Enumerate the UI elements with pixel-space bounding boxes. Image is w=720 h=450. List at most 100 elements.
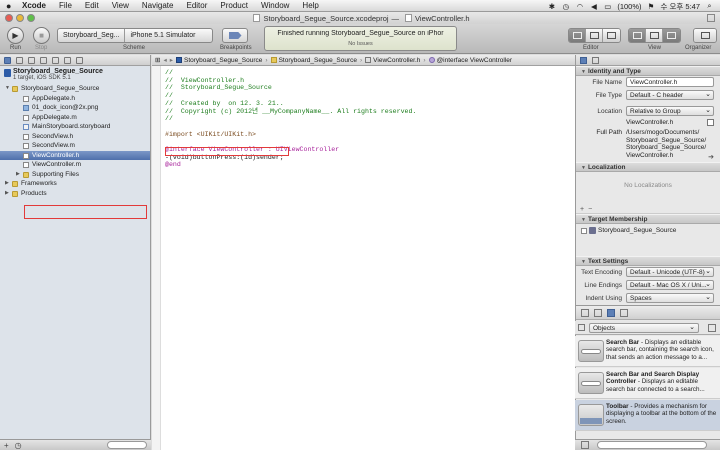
- project-root-item[interactable]: Storyboard_Segue_Source 1 target, iOS SD…: [0, 66, 150, 84]
- reveal-in-finder-icon[interactable]: ➔: [708, 153, 714, 161]
- library-item-search-bar[interactable]: Search Bar - Displays an editable search…: [575, 336, 720, 367]
- disclosure-down-icon[interactable]: ▼: [5, 84, 10, 94]
- project-navigator-tab-icon[interactable]: [4, 56, 11, 64]
- assistant-editor-button[interactable]: [586, 29, 603, 42]
- library-category-popup[interactable]: Objects: [589, 323, 699, 333]
- issue-navigator-tab-icon[interactable]: [40, 56, 47, 64]
- bluetooth-icon[interactable]: ✱: [547, 2, 556, 11]
- navigator-file-item[interactable]: ViewController.m: [0, 160, 150, 170]
- view-toggle-control[interactable]: [628, 28, 681, 43]
- indent-using-popup[interactable]: Spaces: [626, 293, 714, 303]
- navigator-file-item[interactable]: SecondView.m: [0, 141, 150, 151]
- target-membership-header[interactable]: ▼ Target Membership: [576, 214, 720, 224]
- recent-files-icon[interactable]: ◷: [15, 441, 22, 450]
- toggle-utilities-button[interactable]: [663, 29, 680, 42]
- identity-type-header[interactable]: ▼ Identity and Type: [576, 66, 720, 76]
- jump-crumb-file[interactable]: ViewController.h: [365, 57, 420, 64]
- grid-view-icon[interactable]: [708, 324, 716, 332]
- navigator-file-item[interactable]: ViewController.h: [0, 150, 150, 160]
- version-editor-button[interactable]: [603, 29, 620, 42]
- object-library-tab-icon[interactable]: [607, 308, 615, 317]
- activity-issues[interactable]: No Issues: [265, 41, 456, 47]
- library-filter-field[interactable]: [597, 441, 707, 449]
- menu-navigate[interactable]: Navigate: [142, 1, 174, 10]
- organizer-button[interactable]: [694, 29, 716, 42]
- wifi-icon[interactable]: ◠: [575, 2, 584, 11]
- menu-xcode[interactable]: Xcode: [22, 1, 46, 10]
- navigator-group-item[interactable]: ▶ Products: [0, 189, 150, 199]
- navigator-group-item[interactable]: ▶ Frameworks: [0, 179, 150, 189]
- breakpoint-navigator-tab-icon[interactable]: [64, 56, 71, 64]
- search-navigator-tab-icon[interactable]: [28, 56, 35, 64]
- code-line[interactable]: // Copyright (c) 2012년 __MyCompanyName__…: [165, 108, 416, 116]
- scheme-selector[interactable]: Storyboard_Seg... iPhone 5.1 Simulator: [57, 28, 213, 43]
- disclosure-right-icon[interactable]: ▶: [5, 189, 9, 199]
- file-inspector-tab-icon[interactable]: [580, 56, 587, 64]
- text-encoding-popup[interactable]: Default - Unicode (UTF-8): [626, 267, 714, 277]
- library-list-icon[interactable]: [578, 324, 585, 331]
- symbol-navigator-tab-icon[interactable]: [16, 56, 23, 64]
- volume-icon[interactable]: ◀: [589, 2, 598, 11]
- code-snippets-tab-icon[interactable]: [594, 308, 602, 317]
- back-arrow-icon[interactable]: ◂: [163, 56, 166, 64]
- navigator-group-item[interactable]: ▼ Storyboard_Segue_Source: [0, 84, 150, 94]
- jump-crumb-project[interactable]: Storyboard_Segue_Source: [175, 57, 262, 64]
- code-line[interactable]: [165, 138, 416, 146]
- forward-arrow-icon[interactable]: ▸: [170, 56, 173, 64]
- disclosure-right-icon[interactable]: ▶: [16, 170, 20, 180]
- media-library-tab-icon[interactable]: [620, 308, 628, 317]
- line-endings-popup[interactable]: Default - Mac OS X / Uni...: [626, 280, 714, 290]
- standard-editor-button[interactable]: [569, 29, 586, 42]
- menu-window[interactable]: Window: [261, 1, 289, 10]
- minimize-window-button[interactable]: [16, 14, 24, 22]
- menu-clock[interactable]: 수 오후 5:47: [661, 1, 700, 12]
- log-navigator-tab-icon[interactable]: [76, 56, 83, 64]
- toggle-debug-area-button[interactable]: [646, 29, 663, 42]
- localization-add-remove[interactable]: +−: [576, 206, 720, 214]
- code-line[interactable]: #import <UIKit/UIKit.h>: [165, 131, 416, 139]
- fullscreen-icon[interactable]: [707, 14, 715, 22]
- file-templates-tab-icon[interactable]: [581, 308, 589, 317]
- navigator-file-item[interactable]: AppDelegate.m: [0, 113, 150, 123]
- breakpoints-button[interactable]: [222, 28, 248, 43]
- stop-button[interactable]: ■: [33, 27, 50, 44]
- source-editor[interactable]: //// ViewController.h// Storyboard_Segue…: [152, 66, 575, 450]
- related-files-icon[interactable]: ⊞: [155, 56, 160, 64]
- library-view-toggle-icon[interactable]: [581, 441, 589, 449]
- file-name-field[interactable]: ViewController.h: [626, 77, 714, 87]
- choose-location-icon[interactable]: [707, 119, 714, 126]
- code-line[interactable]: //: [165, 92, 416, 100]
- navigator-filter-field[interactable]: [107, 441, 147, 449]
- input-flag-icon[interactable]: ⚑: [647, 2, 656, 11]
- toggle-navigator-button[interactable]: [629, 29, 646, 42]
- target-checkbox[interactable]: [581, 227, 587, 234]
- code-line[interactable]: @end: [165, 161, 416, 169]
- menu-product[interactable]: Product: [220, 1, 248, 10]
- run-button[interactable]: ▶: [7, 27, 24, 44]
- localization-header[interactable]: ▼ Localization: [576, 162, 720, 172]
- navigator-file-item[interactable]: MainStoryboard.storyboard: [0, 122, 150, 132]
- editor-mode-control[interactable]: [568, 28, 621, 43]
- zoom-window-button[interactable]: [27, 14, 35, 22]
- location-popup[interactable]: Relative to Group: [626, 106, 714, 116]
- spotlight-icon[interactable]: ⌕: [705, 1, 714, 11]
- apple-menu-icon[interactable]: ●: [6, 1, 16, 11]
- code-line[interactable]: //: [165, 69, 416, 77]
- navigator-file-item[interactable]: 01_dock_icon@2x.png: [0, 103, 150, 113]
- organizer-control[interactable]: [693, 28, 717, 43]
- library-item-toolbar[interactable]: Toolbar - Provides a mechanism for displ…: [575, 400, 720, 431]
- debug-navigator-tab-icon[interactable]: [52, 56, 59, 64]
- text-settings-header[interactable]: ▼ Text Settings: [576, 256, 720, 266]
- menu-edit[interactable]: Edit: [85, 1, 99, 10]
- code-line[interactable]: [165, 123, 416, 131]
- menu-help[interactable]: Help: [302, 1, 318, 10]
- disclosure-right-icon[interactable]: ▶: [5, 179, 9, 189]
- navigator-group-item[interactable]: ▶ Supporting Files: [0, 170, 150, 180]
- scheme-target[interactable]: Storyboard_Seg...: [58, 32, 124, 39]
- code-line[interactable]: // ViewController.h: [165, 77, 416, 85]
- navigator-file-item[interactable]: AppDelegate.h: [0, 94, 150, 104]
- time-machine-icon[interactable]: ◷: [561, 2, 570, 11]
- navigator-file-item[interactable]: SecondView.h: [0, 132, 150, 142]
- menu-file[interactable]: File: [59, 1, 72, 10]
- code-line[interactable]: // Storyboard_Segue_Source: [165, 84, 416, 92]
